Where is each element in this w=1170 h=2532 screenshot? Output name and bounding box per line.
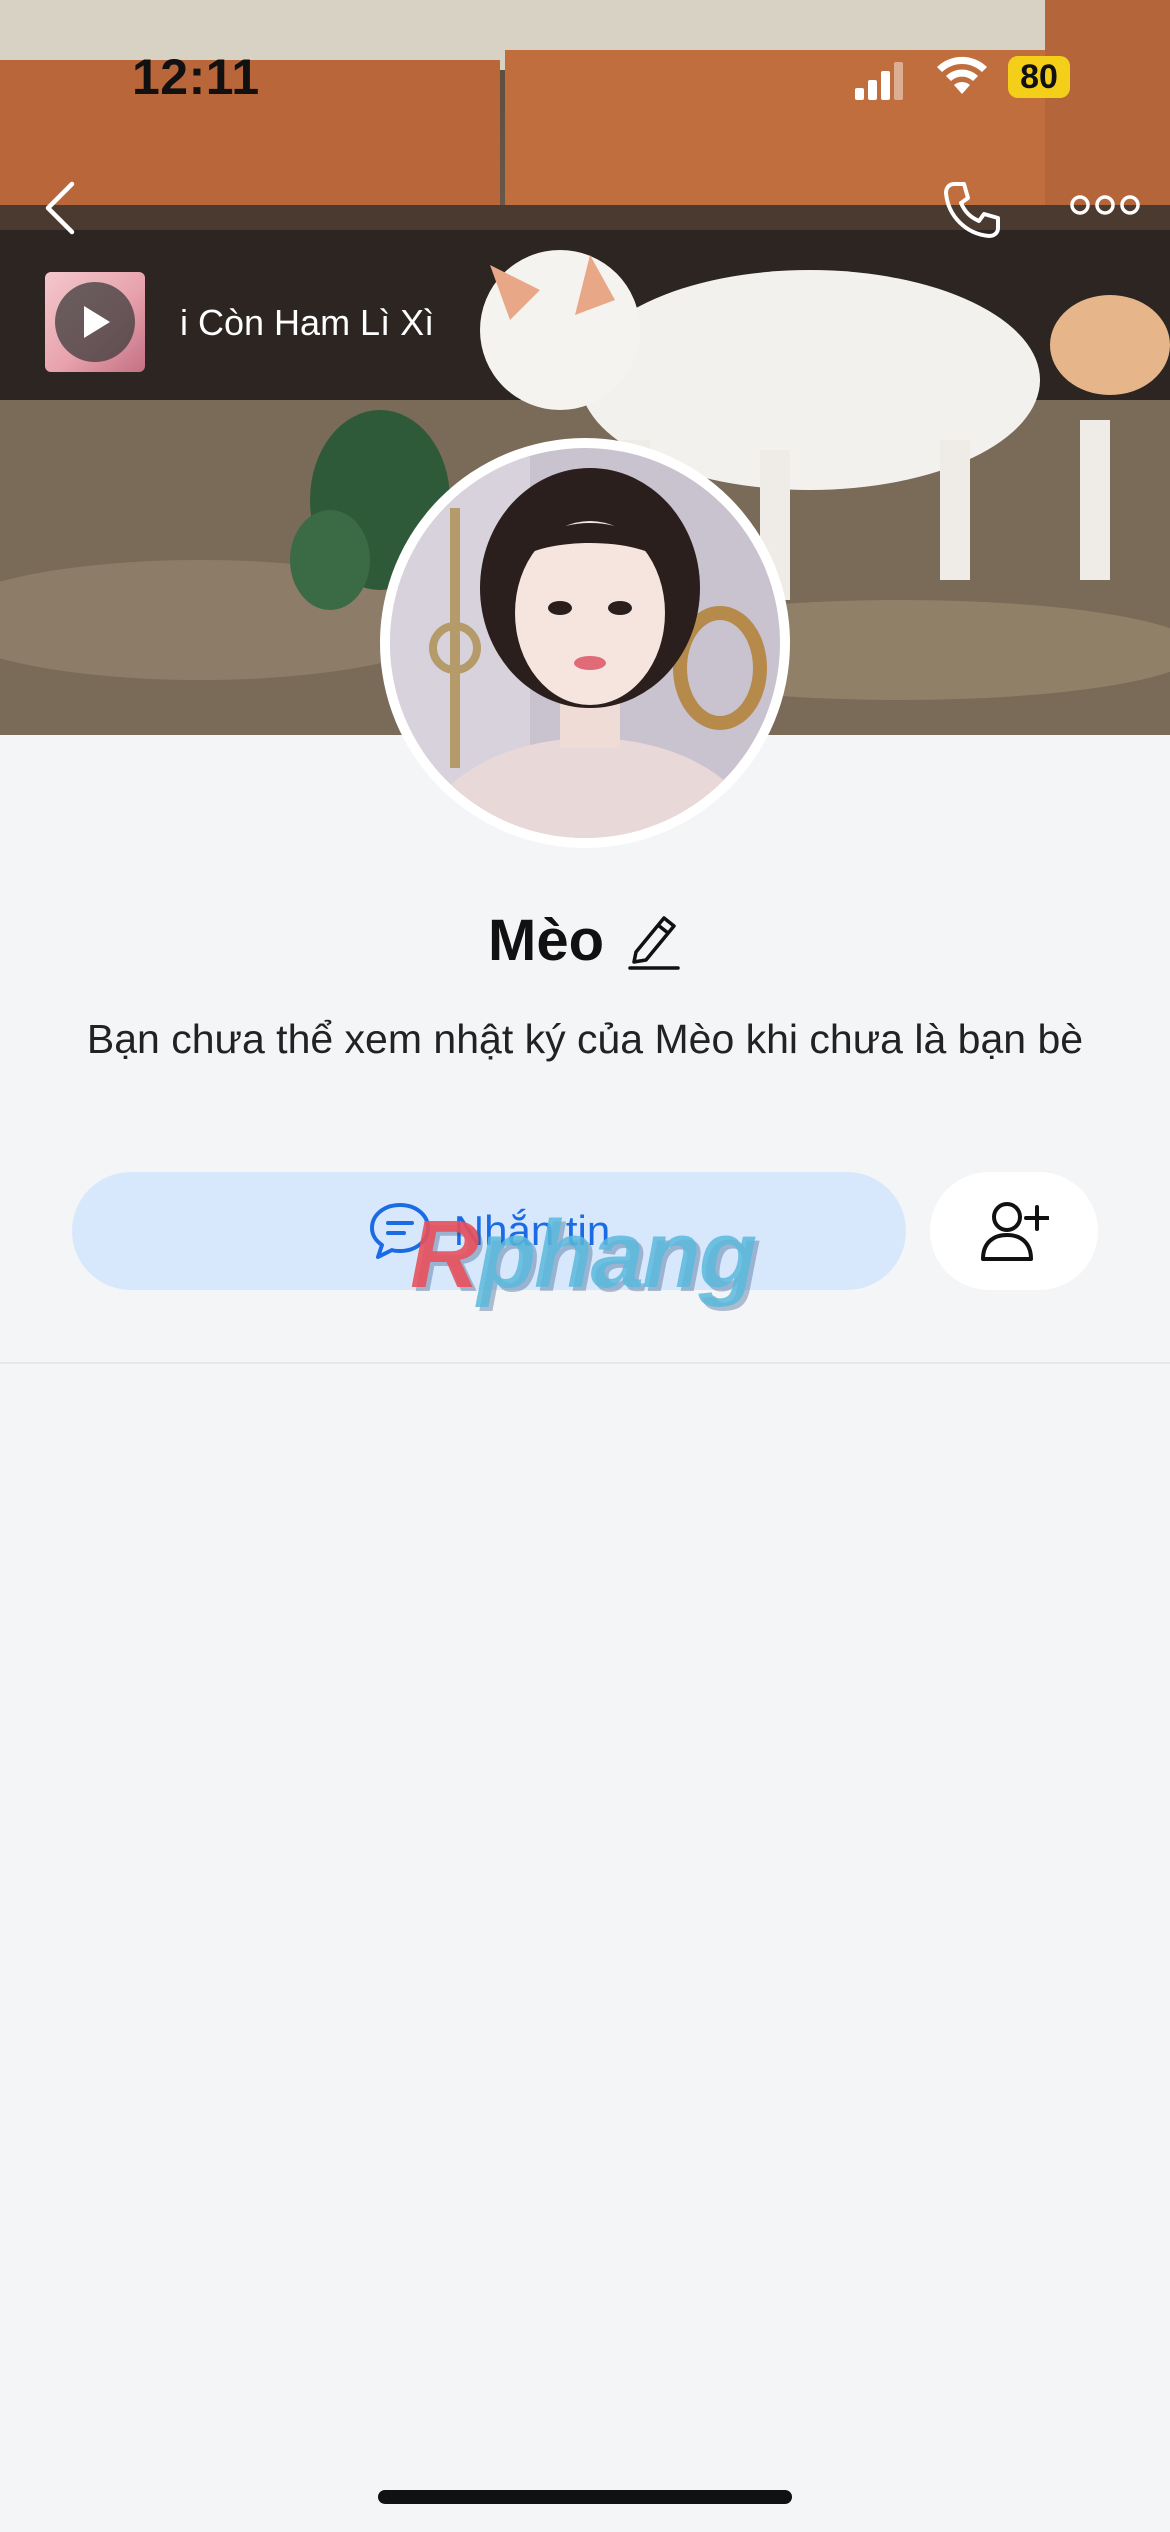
play-icon[interactable] [55, 282, 135, 362]
home-indicator[interactable] [378, 2490, 792, 2504]
pencil-icon[interactable] [626, 910, 682, 970]
more-dots-icon[interactable] [1070, 192, 1140, 218]
status-time: 12:11 [132, 49, 260, 105]
battery-indicator: 80 [1008, 56, 1070, 98]
section-divider [0, 1362, 1170, 1364]
avatar[interactable] [380, 438, 790, 848]
add-friend-button[interactable] [930, 1172, 1098, 1290]
wifi-icon [937, 56, 987, 94]
profile-name-row: Mèo [0, 900, 1170, 980]
status-bar: 12:11 80 [0, 0, 1170, 150]
cellular-signal-icon [855, 62, 903, 100]
watermark-logo: Rphang [410, 1201, 757, 1308]
profile-name: Mèo [488, 907, 604, 973]
privacy-notice: Bạn chưa thể xem nhật ký của Mèo khi chư… [86, 1016, 1084, 1062]
phone-icon[interactable] [940, 178, 1004, 242]
add-friend-icon [981, 1202, 1049, 1261]
chevron-left-icon[interactable] [40, 180, 80, 236]
profile-page: 12:11 80 i Còn Ham Lì Xì Mèo Bạn chưa th… [0, 0, 1170, 2532]
music-title[interactable]: i Còn Ham Lì Xì [180, 302, 434, 344]
